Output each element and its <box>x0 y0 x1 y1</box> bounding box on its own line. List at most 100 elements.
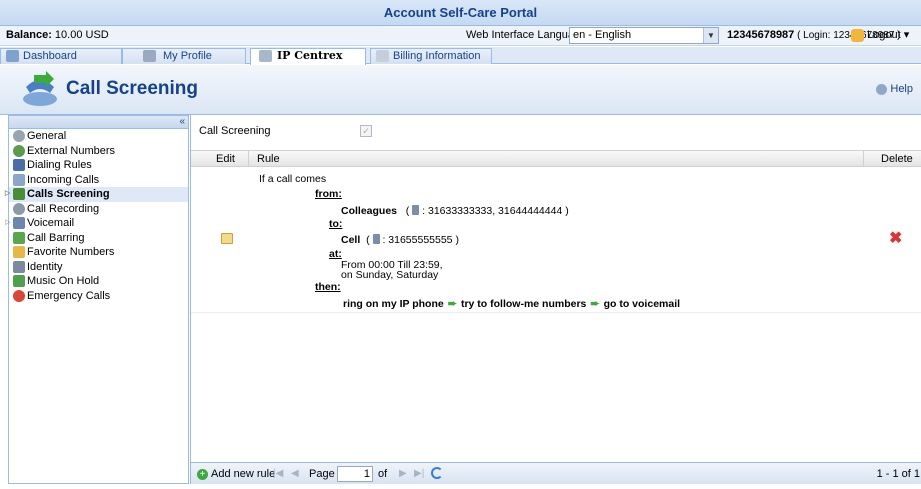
app-title: Account Self-Care Portal <box>0 0 921 26</box>
phone-icon <box>412 205 420 215</box>
tab-billing-label: Billing Information <box>393 50 481 62</box>
sidebar-item-call-barring[interactable]: Call Barring <box>9 231 188 246</box>
tab-my-profile[interactable]: My Profile <box>122 48 246 64</box>
balance-label: Balance: <box>6 29 52 41</box>
first-page-icon[interactable]: |◀ <box>273 468 283 479</box>
language-select[interactable]: en - English ▼ <box>569 27 719 44</box>
column-separator <box>248 151 249 167</box>
refresh-icon <box>431 467 443 479</box>
prev-page-icon[interactable]: ◀ <box>291 468 299 479</box>
dashboard-icon <box>6 50 19 62</box>
sidebar-item-label: Dialing Rules <box>27 159 92 171</box>
sidebar-item-label: External Numbers <box>27 144 116 157</box>
sidebar-item-dialing-rules[interactable]: Dialing Rules <box>9 158 188 173</box>
sidebar-item-voicemail[interactable]: ▷ Voicemail <box>5 216 188 231</box>
sidebar-item-incoming-calls[interactable]: Incoming Calls <box>9 173 188 188</box>
from-open: ( <box>405 205 410 217</box>
from-name: Colleagues <box>341 205 398 217</box>
rule-from-keyword: from: <box>315 188 342 200</box>
add-rule-label: Add new rule <box>211 468 276 480</box>
page-range: 1 - 1 of 1 <box>876 468 920 480</box>
column-rule: Rule <box>257 153 280 165</box>
tab-ip-centrex[interactable]: IP Centrex <box>250 48 366 65</box>
info-bar: Balance: 10.00 USD Web Interface Languag… <box>0 26 921 46</box>
language-value: en - English <box>573 29 632 41</box>
barring-icon <box>13 231 25 244</box>
sidebar-item-label: Music On Hold <box>27 275 100 287</box>
logout-label: Logout <box>867 29 901 41</box>
pager: + Add new rule |◀ ◀ Page 1 of ▶ ▶| 1 - 1 … <box>191 462 921 484</box>
chevron-down-icon[interactable]: ▼ <box>703 28 718 43</box>
sidebar-item-music-on-hold[interactable]: Music On Hold <box>9 274 188 289</box>
voicemail-icon <box>13 217 25 229</box>
add-rule-button[interactable]: + Add new rule <box>197 468 275 480</box>
account-number: 12345678987 <box>727 29 795 41</box>
tab-dashboard-label: Dashboard <box>23 50 77 62</box>
help-icon <box>876 83 888 95</box>
next-page-icon[interactable]: ▶ <box>399 468 407 479</box>
sidebar-item-emergency-calls[interactable]: Emergency Calls <box>9 289 188 304</box>
sidebar-item-external-numbers[interactable]: External Numbers <box>9 144 188 159</box>
column-separator <box>863 151 864 167</box>
page-label: Page <box>309 468 335 480</box>
delete-icon[interactable]: ✖ <box>889 231 902 247</box>
sidebar-item-favorite-numbers[interactable]: Favorite Numbers <box>9 245 188 260</box>
expand-icon[interactable]: ▷ <box>5 216 10 230</box>
sidebar-item-label: Incoming Calls <box>27 173 100 186</box>
sidebar-item-label: Call Barring <box>27 231 85 244</box>
balance: Balance: 10.00 USD <box>6 29 109 41</box>
tab-my-profile-label: My Profile <box>163 50 212 62</box>
logout-button[interactable]: Logout ▾ <box>851 28 909 42</box>
screening-icon <box>13 188 25 200</box>
profile-icon <box>143 50 156 62</box>
column-edit: Edit <box>216 153 235 165</box>
arrow-right-icon: ➨ <box>590 298 600 310</box>
call-screening-checkbox[interactable]: ✓ <box>360 125 372 137</box>
call-screening-icon <box>23 71 57 106</box>
sidebar-item-label: Call Recording <box>27 202 100 215</box>
column-delete: Delete <box>881 153 913 165</box>
expand-icon[interactable]: ▷ <box>5 187 10 201</box>
grid-header: Edit Rule Delete <box>191 150 921 167</box>
sidebar-item-label: Favorite Numbers <box>27 246 115 258</box>
rule-actions: ring on my IP phone ➨ try to follow-me num… <box>343 297 680 310</box>
identity-icon <box>13 260 25 273</box>
rule-to: Cell ( : 31655555555 ) <box>341 234 459 246</box>
tab-ip-centrex-label: IP Centrex <box>277 49 343 62</box>
last-page-icon[interactable]: ▶| <box>414 468 424 479</box>
favorite-icon <box>13 246 25 258</box>
incoming-icon <box>13 173 25 186</box>
globe-icon <box>13 144 25 157</box>
sidebar-header: « <box>9 116 188 129</box>
phone-icon <box>372 234 380 244</box>
sidebar-item-call-recording[interactable]: Call Recording <box>9 202 188 217</box>
to-numbers: : 31655555555 ) <box>382 234 459 246</box>
tab-bar: Dashboard My Profile IP Centrex Billing … <box>0 47 921 65</box>
recording-icon <box>13 202 25 215</box>
lock-icon <box>851 28 864 42</box>
sidebar-item-general[interactable]: General <box>9 129 188 144</box>
refresh-button[interactable] <box>431 467 443 482</box>
main-panel: Call Screening ✓ Edit Rule Delete ✖ If a… <box>190 115 921 484</box>
sidebar-item-calls-screening[interactable]: ▷ Calls Screening <box>5 187 188 202</box>
add-icon: + <box>197 468 208 480</box>
page-of-label: of <box>378 468 388 480</box>
sidebar-item-label: Emergency Calls <box>27 289 111 302</box>
ip-centrex-icon <box>259 50 272 62</box>
action-2: try to follow-me numbers <box>460 298 587 310</box>
help-label: Help <box>890 83 913 95</box>
page-header: Call Screening Help <box>0 65 921 115</box>
collapse-icon[interactable]: « <box>179 116 185 128</box>
music-icon <box>13 275 25 287</box>
sidebar-item-identity[interactable]: Identity <box>9 260 188 275</box>
sidebar-item-label: General <box>27 130 67 142</box>
call-screening-label: Call Screening <box>199 125 271 137</box>
sidebar-item-label: Voicemail <box>27 217 75 229</box>
tab-billing[interactable]: Billing Information <box>370 48 492 64</box>
tab-dashboard[interactable]: Dashboard <box>0 48 122 64</box>
sidebar-item-label: Calls Screening <box>27 188 110 200</box>
help-button[interactable]: Help <box>876 83 913 95</box>
to-name: Cell <box>341 234 361 246</box>
edit-icon[interactable] <box>221 233 233 244</box>
page-input[interactable]: 1 <box>337 466 373 482</box>
